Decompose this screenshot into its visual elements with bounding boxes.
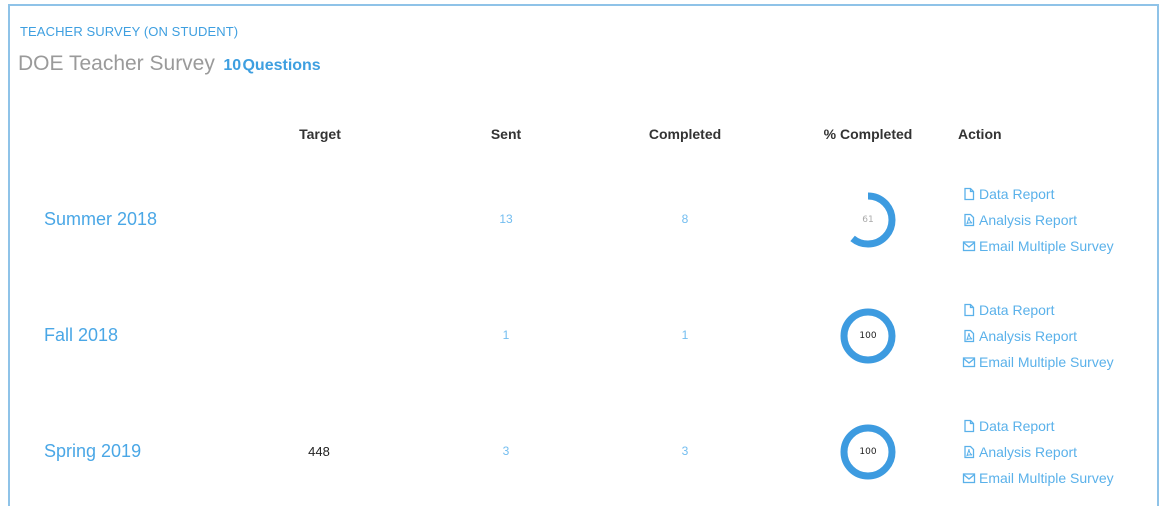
file-icon <box>962 419 979 433</box>
data-report-link[interactable]: Data Report <box>962 413 1162 439</box>
data-report-link-label: Data Report <box>979 302 1055 318</box>
analysis-report-link[interactable]: Analysis Report <box>962 207 1162 233</box>
percent-completed-label: 100 <box>859 447 877 457</box>
percent-completed-label: 100 <box>859 331 877 341</box>
column-header-target: Target <box>299 126 341 142</box>
envelope-icon <box>962 239 979 253</box>
column-header-action: Action <box>958 126 1002 142</box>
data-report-link-label: Data Report <box>979 186 1055 202</box>
pdf-file-icon <box>962 445 979 459</box>
percent-completed-donut: 100 <box>837 421 899 483</box>
pdf-file-icon <box>962 329 979 343</box>
percent-completed-donut: 100 <box>837 305 899 367</box>
email-multiple-survey-link-label: Email Multiple Survey <box>979 354 1114 370</box>
data-report-link[interactable]: Data Report <box>962 181 1162 207</box>
envelope-icon <box>962 355 979 369</box>
envelope-icon <box>962 471 979 485</box>
pdf-file-icon <box>962 213 979 227</box>
file-icon <box>962 187 979 201</box>
analysis-report-link[interactable]: Analysis Report <box>962 323 1162 349</box>
email-multiple-survey-link[interactable]: Email Multiple Survey <box>962 349 1162 375</box>
email-multiple-survey-link[interactable]: Email Multiple Survey <box>962 233 1162 259</box>
target-value: 448 <box>308 444 330 459</box>
action-links: Data Report Analysis Report Email Multiple… <box>962 413 1162 491</box>
sent-count-link[interactable]: 1 <box>476 328 536 342</box>
completed-count-link[interactable]: 1 <box>655 328 715 342</box>
file-icon <box>962 303 979 317</box>
data-report-link[interactable]: Data Report <box>962 297 1162 323</box>
survey-panel: TEACHER SURVEY (ON STUDENT) DOE Teacher … <box>8 4 1159 506</box>
data-report-link-label: Data Report <box>979 418 1055 434</box>
question-count[interactable]: 10 Questions <box>223 57 320 74</box>
sent-count-link[interactable]: 3 <box>476 444 536 458</box>
column-header-completed: Completed <box>648 126 722 142</box>
email-multiple-survey-link[interactable]: Email Multiple Survey <box>962 465 1162 491</box>
completed-count-link[interactable]: 3 <box>655 444 715 458</box>
term-link[interactable]: Fall 2018 <box>44 325 118 346</box>
sent-count-link[interactable]: 13 <box>476 212 536 226</box>
email-multiple-survey-link-label: Email Multiple Survey <box>979 470 1114 486</box>
survey-title-line: DOE Teacher Survey 10 Questions <box>18 52 321 76</box>
column-header-percent-completed: % Completed <box>823 126 913 142</box>
analysis-report-link-label: Analysis Report <box>979 212 1078 228</box>
survey-category: TEACHER SURVEY (ON STUDENT) <box>20 24 239 39</box>
percent-completed-donut: 61 <box>837 189 899 251</box>
action-links: Data Report Analysis Report Email Multiple… <box>962 181 1162 259</box>
term-link[interactable]: Spring 2019 <box>44 441 141 462</box>
column-header-sent: Sent <box>490 126 522 142</box>
analysis-report-link-label: Analysis Report <box>979 444 1078 460</box>
analysis-report-link-label: Analysis Report <box>979 328 1078 344</box>
completed-count-link[interactable]: 8 <box>655 212 715 226</box>
percent-completed-label: 61 <box>862 215 874 225</box>
action-links: Data Report Analysis Report Email Multiple… <box>962 297 1162 375</box>
survey-title: DOE Teacher Survey <box>18 52 215 75</box>
analysis-report-link[interactable]: Analysis Report <box>962 439 1162 465</box>
term-link[interactable]: Summer 2018 <box>44 209 157 230</box>
question-count-label: Questions <box>242 57 321 74</box>
email-multiple-survey-link-label: Email Multiple Survey <box>979 238 1114 254</box>
question-count-number: 10 <box>223 57 242 74</box>
